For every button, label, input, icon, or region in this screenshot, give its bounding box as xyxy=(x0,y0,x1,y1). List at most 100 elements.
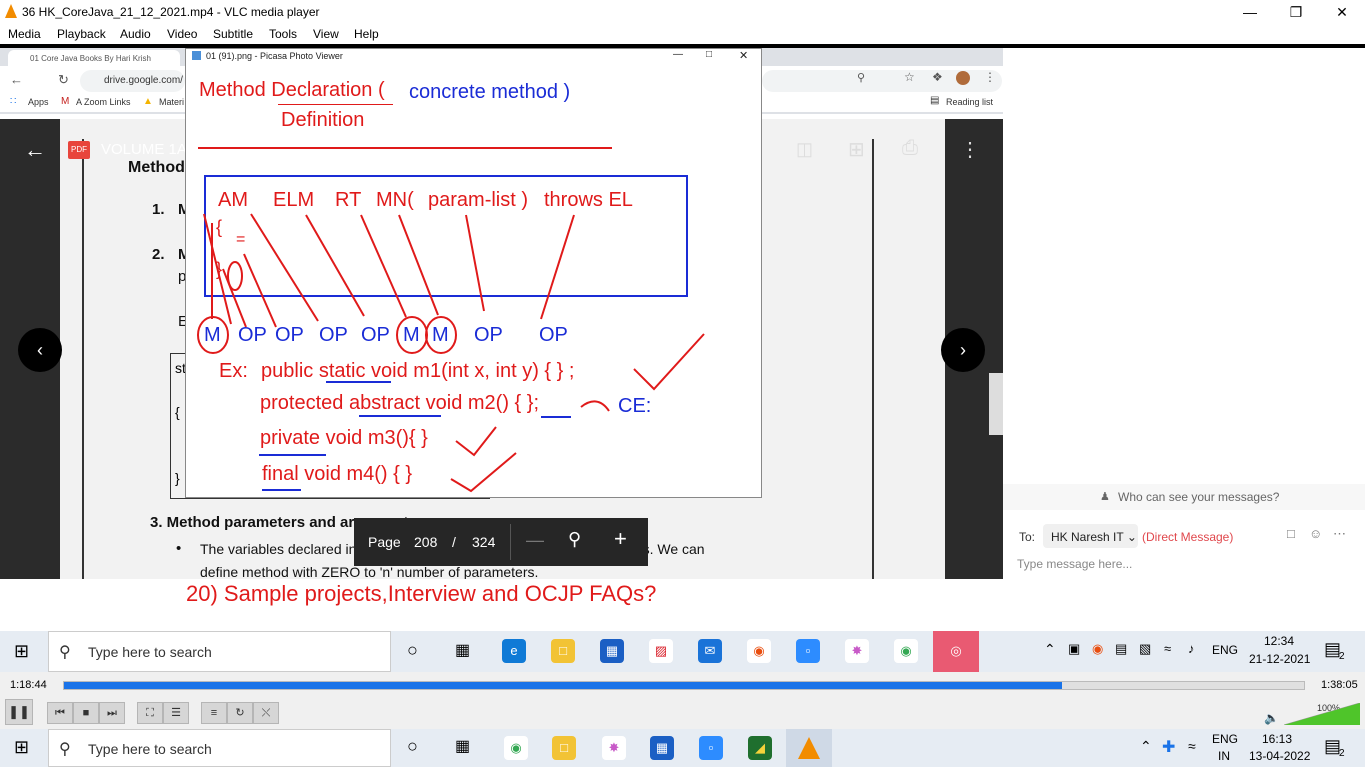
tray-plus-icon[interactable]: ✚ xyxy=(1162,737,1175,757)
tray-battery-icon: ▤ xyxy=(1115,641,1128,656)
start-button[interactable]: ⊞ xyxy=(14,737,29,758)
record-icon: ◉ xyxy=(747,639,771,663)
seek-bar[interactable] xyxy=(63,681,1305,690)
gmail-icon: M xyxy=(61,96,70,107)
bookmark-zoom: A Zoom Links xyxy=(76,97,131,107)
notification-count: 2 xyxy=(1339,651,1345,662)
who-can-see-bar[interactable]: ♟ Who can see your messages? xyxy=(1003,484,1365,510)
zoom-taskbar-icon[interactable]: ▫ xyxy=(699,736,723,760)
example-2: protected abstract void m2() { }; xyxy=(260,392,540,414)
stop-button[interactable]: ■ xyxy=(73,702,99,724)
vlc-taskbar-icon[interactable] xyxy=(798,737,820,759)
page-current[interactable]: 208 xyxy=(414,534,437,550)
tray-region[interactable]: IN xyxy=(1218,749,1230,763)
move-to-folder-icon[interactable]: ◫ xyxy=(796,139,813,160)
vlc-cone-icon xyxy=(5,4,17,18)
zoom-in-icon[interactable]: + xyxy=(614,526,627,552)
fullscreen-button[interactable]: ⛶ xyxy=(137,702,163,724)
clock-time[interactable]: 16:13 xyxy=(1262,732,1292,746)
menu-audio[interactable]: Audio xyxy=(120,27,151,41)
back-icon: ← xyxy=(10,72,23,87)
tray-wifi-icon: ≈ xyxy=(1164,641,1172,656)
tray-wifi[interactable]: ≈ xyxy=(1188,738,1196,754)
maximize-button[interactable]: ❐ xyxy=(1273,0,1319,24)
video-frame[interactable]: 01 Core Java Books By Hari Krish ← ↻ dri… xyxy=(0,44,1365,631)
emoji-icon[interactable]: ☺ xyxy=(1309,526,1322,541)
label-op-6: OP xyxy=(539,324,568,346)
search-icon: ⚲ xyxy=(59,644,71,661)
menu-tools[interactable]: Tools xyxy=(269,27,297,41)
menu-media[interactable]: Media xyxy=(8,27,41,41)
chrome-taskbar-icon[interactable]: ◉ xyxy=(504,736,528,760)
paint-taskbar-icon[interactable]: ✸ xyxy=(602,736,626,760)
tray-app-icon-1: ▣ xyxy=(1068,641,1081,656)
clock-date[interactable]: 13-04-2022 xyxy=(1249,749,1310,763)
menu-help[interactable]: Help xyxy=(354,27,379,41)
task-view-button[interactable]: ▦ xyxy=(455,736,470,756)
recorded-taskbar: ⊞ ⚲ Type here to search ○ ▦ e □ ▦ ▨ ✉ ◉ … xyxy=(0,631,1365,672)
who-can-see: Who can see your messages? xyxy=(1118,490,1280,504)
reading-list: Reading list xyxy=(946,97,994,107)
gift-icon: ▨ xyxy=(649,639,673,663)
taskbar-search-placeholder: Type here to search xyxy=(88,644,212,660)
pdf-file-title: VOLUME 1A xyxy=(101,141,187,158)
volume-slider[interactable] xyxy=(1284,703,1360,725)
shuffle-button[interactable]: ⤬ xyxy=(253,702,279,724)
doc-partial-7: } xyxy=(175,470,180,486)
doc-item-2: 2. xyxy=(152,246,165,263)
pdf-more-icon[interactable]: ⋮ xyxy=(960,137,980,162)
zoom-chat-panel: ♟ Who can see your messages? To: HK Nare… xyxy=(1003,48,1365,631)
zoom-magnifier-icon[interactable]: ⚲ xyxy=(568,529,581,550)
store-taskbar-icon[interactable]: ▦ xyxy=(650,736,674,760)
recipient-select[interactable]: HK Naresh IT ⌄ xyxy=(1043,524,1138,548)
url-field: drive.google.com/ xyxy=(80,70,185,92)
vlc-title-bar: 36 HK_CoreJava_21_12_2021.mp4 - VLC medi… xyxy=(0,0,1365,24)
bookmark-materi: Materi xyxy=(159,97,185,107)
mail-icon: ✉ xyxy=(698,639,722,663)
extended-settings-button[interactable]: ☰ xyxy=(163,702,189,724)
file-icon[interactable]: □ xyxy=(1287,526,1295,541)
menu-video[interactable]: Video xyxy=(167,27,197,41)
action-center-count: 2 xyxy=(1339,748,1345,759)
url-text: drive.google.com/ xyxy=(104,75,183,86)
video-banner: 20) Sample projects,Interview and OCJP F… xyxy=(124,579,879,609)
example-label: Ex: xyxy=(219,360,248,382)
avatar xyxy=(956,71,970,85)
windows-taskbar: ⊞ ⚲ Type here to search ○ ▦ ◉ □ ✸ ▦ ▫ ◢ … xyxy=(0,729,1365,767)
tray-chevron[interactable]: ⌃ xyxy=(1140,738,1152,755)
tray-volume-icon: ♪ xyxy=(1188,641,1195,656)
prev-page-button[interactable]: ‹ xyxy=(18,328,62,372)
menu-subtitle[interactable]: Subtitle xyxy=(213,27,253,41)
message-input[interactable]: Type message here... xyxy=(1017,552,1357,576)
elapsed-time: 1:18:44 xyxy=(10,679,47,691)
label-m-3: M xyxy=(432,324,449,346)
loop-button[interactable]: ↻ xyxy=(227,702,253,724)
sticky-app-taskbar-icon[interactable]: ◢ xyxy=(748,736,772,760)
print-icon[interactable]: ⎙ xyxy=(902,137,918,160)
pdf-back-icon[interactable]: ← xyxy=(24,137,46,163)
vlc-menu-bar: Media Playback Audio Video Subtitle Tool… xyxy=(0,24,1365,44)
example-1: public static void m1(int x, int y) { } … xyxy=(261,360,575,382)
pause-button[interactable]: ❚❚ xyxy=(5,699,33,725)
doc-item-1: 1. xyxy=(152,201,165,218)
minimize-button[interactable]: — xyxy=(1227,0,1273,24)
menu-playback[interactable]: Playback xyxy=(57,27,106,41)
explorer-taskbar-icon[interactable]: □ xyxy=(552,736,576,760)
more-icon[interactable]: ⋯ xyxy=(1333,526,1346,542)
next-page-button[interactable]: › xyxy=(941,328,985,372)
playlist-button[interactable]: ≡ xyxy=(201,702,227,724)
direct-message-label: (Direct Message) xyxy=(1142,530,1234,544)
reload-icon: ↻ xyxy=(58,72,69,87)
previous-button[interactable]: ⏮ xyxy=(47,702,73,724)
search-box[interactable]: ⚲ Type here to search xyxy=(48,729,391,767)
volume-icon[interactable]: 🔈 xyxy=(1264,711,1279,725)
add-comment-icon[interactable]: ⊞ xyxy=(848,137,865,162)
chevron-down-icon: ⌄ xyxy=(1126,530,1137,544)
zoom-out-icon[interactable]: — xyxy=(526,530,544,551)
next-button[interactable]: ⏭ xyxy=(99,702,125,724)
menu-view[interactable]: View xyxy=(313,27,339,41)
tray-lang[interactable]: ENG xyxy=(1212,732,1238,746)
cortana-button[interactable]: ○ xyxy=(407,736,418,757)
paint-icon: ✸ xyxy=(845,639,869,663)
close-button[interactable]: ✕ xyxy=(1319,0,1365,24)
